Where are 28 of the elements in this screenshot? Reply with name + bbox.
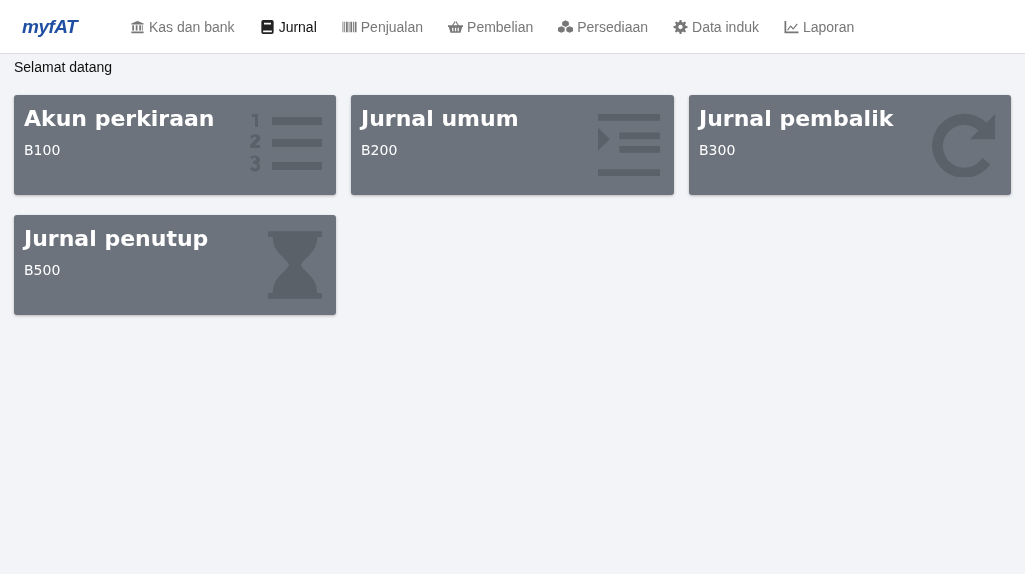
card-title: Jurnal umum	[361, 106, 519, 131]
card-title: Akun perkiraan	[24, 106, 215, 131]
card-code: B500	[24, 262, 62, 278]
book-icon	[259, 19, 275, 34]
menu-card[interactable]: Akun perkiraan B100	[14, 95, 336, 195]
card-title: Jurnal penutup	[24, 226, 209, 251]
nav-link[interactable]: Penjualan	[341, 18, 436, 35]
nav-link[interactable]: Laporan	[783, 18, 867, 35]
basket-icon	[448, 19, 464, 34]
nav-link[interactable]: Persediaan	[558, 18, 661, 35]
card-title: Jurnal pembalik	[699, 106, 894, 131]
line-chart-icon	[783, 19, 799, 34]
bank-icon	[130, 19, 145, 34]
gear-icon	[673, 19, 689, 34]
welcome-text: Selamat datang	[13, 58, 114, 75]
barcode-icon	[341, 19, 357, 34]
cubes-icon	[558, 19, 574, 34]
nav-link[interactable]: Pembelian	[448, 18, 546, 35]
logo[interactable]: myfAT	[22, 15, 108, 38]
menu-card[interactable]: Jurnal umum B200	[351, 95, 674, 195]
card-code: B300	[699, 142, 737, 158]
menu-card[interactable]: Jurnal pembalik B300	[689, 95, 1011, 195]
nav-link[interactable]: Kas dan bank	[130, 18, 247, 35]
nav-link[interactable]: Jurnal	[259, 18, 329, 35]
nav-link[interactable]: Data induk	[673, 18, 771, 35]
card-code: B100	[24, 142, 62, 158]
card-code: B200	[361, 142, 399, 158]
menu-card[interactable]: Jurnal penutup B500	[14, 215, 336, 315]
